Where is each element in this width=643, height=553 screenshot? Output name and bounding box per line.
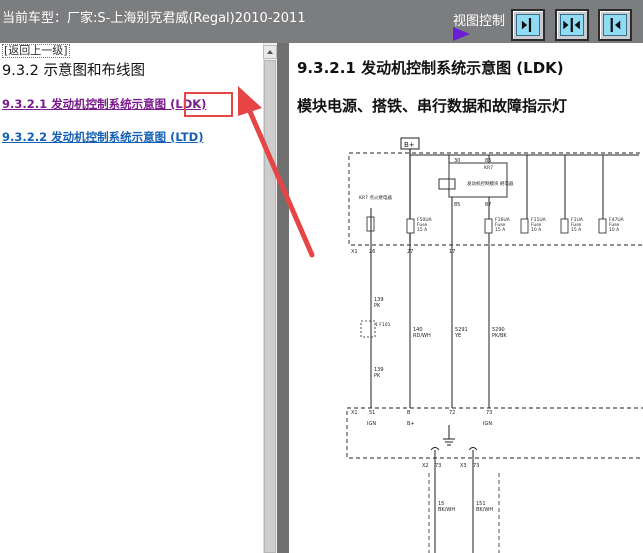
section-title: 9.3.2 示意图和布线图: [2, 63, 146, 79]
link-ldk-diagram[interactable]: 9.3.2.1 发动机控制系统示意图 (LDK): [2, 96, 206, 112]
view-expand-left-button[interactable]: [598, 9, 632, 41]
lower-pin-x3: 73: [473, 463, 479, 469]
battery-label: B+: [404, 141, 415, 149]
navigation-pane: [返回上一级] 9.3.2 示意图和布线图 9.3.2.1 发动机控制系统示意图…: [0, 43, 263, 553]
pane-splitter[interactable]: [277, 43, 289, 553]
highlight-box: [184, 92, 233, 117]
fuse-2-amp: 10 A: [531, 227, 542, 233]
wire-1-color: RD/WH: [413, 333, 431, 339]
scroll-up-arrow-icon[interactable]: [263, 45, 277, 59]
back-link[interactable]: [返回上一级]: [2, 44, 70, 58]
relay-pin-86: 86: [485, 158, 491, 164]
view-split-center-button[interactable]: [555, 9, 589, 41]
pin-name-ign-1: IGN: [367, 421, 376, 427]
pin-26: 26: [369, 249, 375, 255]
pin-name-ign-2: IGN: [483, 421, 492, 427]
pin-name-bplus: B+: [407, 421, 415, 427]
connector-x1-top: X1: [351, 249, 358, 255]
lower-connector-x3: X3: [460, 463, 467, 469]
diagram-subtitle: 模块电源、搭铁、串行数据和故障指示灯: [297, 97, 568, 115]
wire-bottom-color: PK: [374, 373, 381, 379]
fuse-1-amp: 15 A: [495, 227, 506, 233]
diagram-title: 9.3.2.1 发动机控制系统示意图 (LDK): [297, 59, 564, 77]
top-bar: 当前车型：厂家:S-上海别克君威(Regal)2010-2011 视图控制: [0, 0, 643, 43]
view-control-arrow-icon: [453, 27, 470, 41]
wire-2-color: YE: [454, 333, 461, 339]
arrow-right-bar-icon: [521, 18, 532, 32]
view-expand-right-button[interactable]: [511, 9, 545, 41]
wire-0-color: PK: [374, 303, 381, 309]
fuse-0-amp: 15 A: [417, 227, 428, 233]
lower-pin-x2: 73: [435, 463, 441, 469]
relay-pin-85: 85: [454, 202, 460, 208]
connector-x1-bottom: X1: [351, 410, 358, 416]
pin-b: B: [407, 410, 411, 416]
fuse-3-amp: 15 A: [571, 227, 582, 233]
pin-51: 51: [369, 410, 375, 416]
lower-connector-x2: X2: [422, 463, 429, 469]
lower-wire-0-color: BK/WH: [438, 507, 455, 513]
fuse-block-label: 1 F101: [375, 322, 391, 328]
relay-label: KR7: [484, 165, 493, 171]
scroll-thumb[interactable]: [264, 60, 276, 553]
link-ltd-diagram[interactable]: 9.3.2.2 发动机控制系统示意图 (LTD): [2, 129, 203, 145]
content-pane: 9.3.2.1 发动机控制系统示意图 (LDK) 模块电源、搭铁、串行数据和故障…: [289, 43, 643, 553]
kr7-label: KR7 点火继电器: [359, 194, 392, 201]
lower-wire-1-color: BK/WH: [476, 507, 493, 513]
relay-pin-30: 30: [454, 158, 460, 164]
arrow-left-bar-icon: [610, 18, 621, 32]
pin-72: 72: [449, 410, 455, 416]
wiring-diagram: B+ 30 86 85 87 KR7 发动机控制模块 继电器 F50UA Fus…: [346, 137, 643, 553]
relay-desc: 发动机控制模块 继电器: [467, 180, 514, 187]
relay-pin-87: 87: [485, 202, 491, 208]
fuse-4-amp: 10 A: [609, 227, 620, 233]
wire-3-color: PK/BK: [492, 333, 507, 339]
car-model-title: 当前车型：厂家:S-上海别克君威(Regal)2010-2011: [2, 11, 306, 26]
pin-73: 73: [486, 410, 492, 416]
split-arrows-icon: [563, 18, 580, 32]
